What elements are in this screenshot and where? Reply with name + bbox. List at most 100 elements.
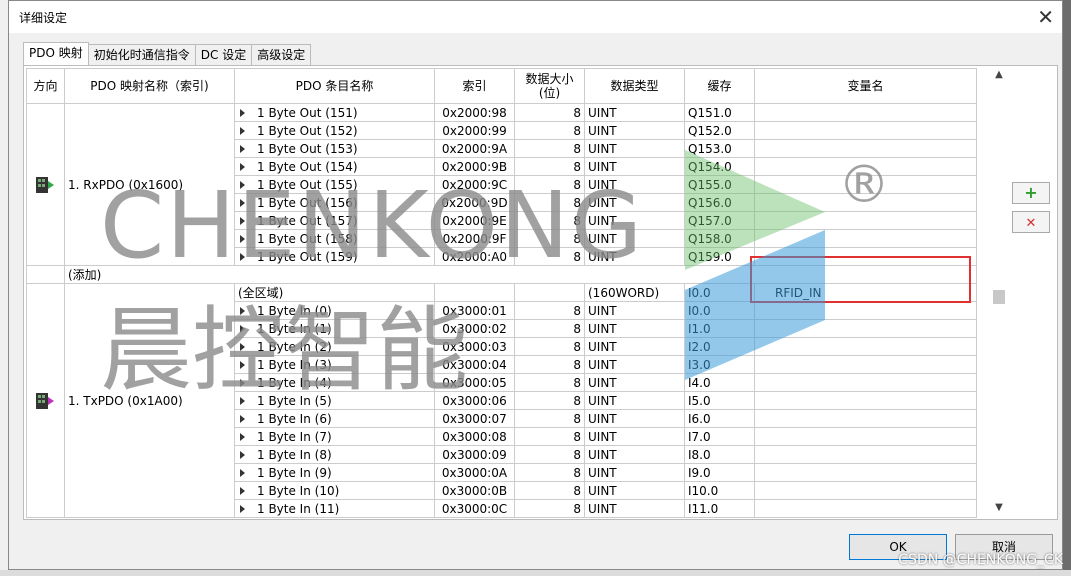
- index-cell: 0x2000:9B: [434, 157, 515, 176]
- expand-arrow-icon[interactable]: [240, 145, 245, 153]
- index-cell: 0x3000:08: [434, 427, 515, 446]
- index-cell: 0x2000:98: [434, 103, 515, 122]
- pdo-entry-label: 1 Byte Out (151): [257, 105, 358, 120]
- expand-arrow-icon[interactable]: [240, 469, 245, 477]
- expand-arrow-icon[interactable]: [240, 505, 245, 513]
- pdo-entry-cell[interactable]: 1 Byte Out (153): [234, 139, 435, 158]
- pdo-entry-cell[interactable]: 1 Byte In (8): [234, 445, 435, 464]
- pdo-entry-label: 1 Byte In (2): [257, 339, 332, 354]
- pdo-entry-cell[interactable]: 1 Byte In (2): [234, 337, 435, 356]
- vertical-scrollbar[interactable]: ▲ ▼: [992, 69, 1006, 516]
- pdo-entry-cell[interactable]: 1 Byte In (3): [234, 355, 435, 374]
- pdo-entry-cell[interactable]: 1 Byte Out (151): [234, 103, 435, 122]
- pdo-entry-label: 1 Byte Out (157): [257, 213, 358, 228]
- pdo-map-name-cell[interactable]: 1. TxPDO (0x1A00): [64, 283, 235, 518]
- expand-arrow-icon[interactable]: [240, 235, 245, 243]
- size-cell: [514, 283, 585, 302]
- tab-pdo-mapping[interactable]: PDO 映射: [23, 42, 89, 66]
- pdo-entry-cell[interactable]: 1 Byte In (0): [234, 301, 435, 320]
- tab-init-commands[interactable]: 初始化时通信指令: [87, 44, 196, 66]
- add-pdo-button[interactable]: +: [1012, 182, 1050, 204]
- col-pdo-map-name[interactable]: PDO 映射名称（索引): [64, 68, 235, 104]
- direction-cell: [26, 103, 65, 266]
- size-cell: 8: [514, 481, 585, 500]
- cache-cell: I8.0: [684, 445, 755, 464]
- table-row[interactable]: 1. RxPDO (0x1600) 1 Byte Out (151) 0x2000:…: [26, 103, 977, 266]
- pdo-entry-cell[interactable]: 1 Byte In (9): [234, 463, 435, 482]
- variable-cell[interactable]: [754, 409, 977, 428]
- expand-arrow-icon[interactable]: [240, 343, 245, 351]
- variable-cell[interactable]: [754, 121, 977, 140]
- pdo-entry-label: 1 Byte Out (158): [257, 231, 358, 246]
- credit-text: CSDN @CHENKONG_CK: [898, 552, 1063, 568]
- variable-cell[interactable]: [754, 499, 977, 518]
- expand-arrow-icon[interactable]: [240, 109, 245, 117]
- col-direction[interactable]: 方向: [26, 68, 65, 104]
- expand-arrow-icon[interactable]: [240, 433, 245, 441]
- index-cell: 0x3000:0C: [434, 499, 515, 518]
- pdo-entry-cell[interactable]: 1 Byte In (7): [234, 427, 435, 446]
- pdo-entry-cell[interactable]: 1 Byte Out (157): [234, 211, 435, 230]
- col-pdo-entry-name[interactable]: PDO 条目名称: [234, 68, 435, 104]
- pdo-entry-cell[interactable]: 1 Byte In (6): [234, 409, 435, 428]
- variable-cell[interactable]: [754, 463, 977, 482]
- expand-arrow-icon[interactable]: [240, 217, 245, 225]
- size-cell: 8: [514, 193, 585, 212]
- expand-arrow-icon[interactable]: [240, 181, 245, 189]
- expand-arrow-icon[interactable]: [240, 199, 245, 207]
- pdo-entry-label: 1 Byte In (6): [257, 411, 332, 426]
- col-data-type[interactable]: 数据类型: [584, 68, 685, 104]
- index-cell: 0x3000:0B: [434, 481, 515, 500]
- type-cell: UINT: [584, 409, 685, 428]
- col-data-size[interactable]: 数据大小 (位): [514, 68, 585, 104]
- expand-arrow-icon[interactable]: [240, 487, 245, 495]
- pdo-entry-cell[interactable]: 1 Byte Out (158): [234, 229, 435, 248]
- pdo-entry-cell[interactable]: 1 Byte In (5): [234, 391, 435, 410]
- expand-arrow-icon[interactable]: [240, 325, 245, 333]
- tab-advanced-settings[interactable]: 高级设定: [251, 44, 312, 66]
- index-cell: 0x2000:9D: [434, 193, 515, 212]
- close-icon[interactable]: ✕: [1037, 5, 1054, 29]
- expand-arrow-icon[interactable]: [240, 397, 245, 405]
- pdo-entry-label: 1 Byte In (7): [257, 429, 332, 444]
- pdo-map-name-cell[interactable]: 1. RxPDO (0x1600): [64, 103, 235, 266]
- scroll-up-icon[interactable]: ▲: [992, 69, 1006, 83]
- pdo-entry-cell[interactable]: 1 Byte In (4): [234, 373, 435, 392]
- pdo-entry-label: 1 Byte Out (154): [257, 159, 358, 174]
- variable-cell[interactable]: [754, 427, 977, 446]
- expand-arrow-icon[interactable]: [240, 253, 245, 261]
- variable-cell[interactable]: [754, 481, 977, 500]
- expand-arrow-icon[interactable]: [240, 361, 245, 369]
- scroll-thumb[interactable]: [993, 290, 1005, 304]
- pdo-entry-cell[interactable]: 1 Byte In (1): [234, 319, 435, 338]
- pdo-entry-cell[interactable]: (全区域): [234, 283, 435, 302]
- expand-arrow-icon[interactable]: [240, 163, 245, 171]
- col-index[interactable]: 索引: [434, 68, 515, 104]
- pdo-entry-cell[interactable]: 1 Byte In (11): [234, 499, 435, 518]
- pdo-entry-label: 1 Byte In (8): [257, 447, 332, 462]
- col-cache[interactable]: 缓存: [684, 68, 755, 104]
- variable-cell[interactable]: [754, 103, 977, 122]
- expand-arrow-icon[interactable]: [240, 127, 245, 135]
- expand-arrow-icon[interactable]: [240, 307, 245, 315]
- variable-cell[interactable]: [754, 391, 977, 410]
- pdo-entry-cell[interactable]: 1 Byte Out (159): [234, 247, 435, 266]
- col-variable-name[interactable]: 变量名: [754, 68, 977, 104]
- index-cell: 0x2000:9C: [434, 175, 515, 194]
- pdo-entry-cell[interactable]: 1 Byte Out (156): [234, 193, 435, 212]
- expand-arrow-icon[interactable]: [240, 379, 245, 387]
- dialog-title: 详细设定: [19, 11, 68, 25]
- remove-pdo-button[interactable]: ✕: [1012, 211, 1050, 233]
- pdo-entry-cell[interactable]: 1 Byte Out (152): [234, 121, 435, 140]
- expand-arrow-icon[interactable]: [240, 451, 245, 459]
- scroll-down-icon[interactable]: ▼: [992, 502, 1006, 516]
- pdo-entry-cell[interactable]: 1 Byte Out (154): [234, 157, 435, 176]
- pdo-entry-cell[interactable]: 1 Byte In (10): [234, 481, 435, 500]
- size-cell: 8: [514, 157, 585, 176]
- variable-cell[interactable]: [754, 445, 977, 464]
- expand-arrow-icon[interactable]: [240, 415, 245, 423]
- size-cell: 8: [514, 211, 585, 230]
- pdo-entry-cell[interactable]: 1 Byte Out (155): [234, 175, 435, 194]
- size-cell: 8: [514, 229, 585, 248]
- tab-dc-settings[interactable]: DC 设定: [194, 44, 253, 66]
